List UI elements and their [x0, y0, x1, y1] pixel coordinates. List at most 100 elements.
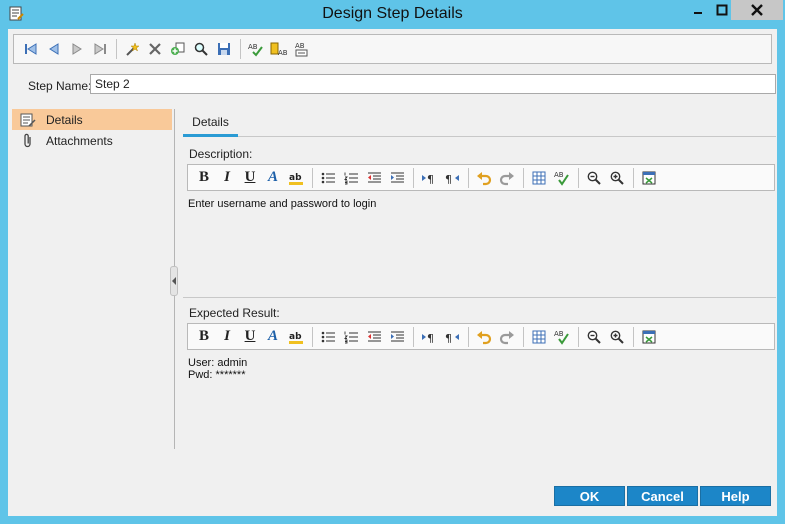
- redo-button[interactable]: [496, 167, 518, 189]
- cancel-button[interactable]: Cancel: [627, 486, 698, 506]
- redo-icon: [499, 170, 515, 186]
- zoom-out-button[interactable]: [583, 326, 605, 348]
- highlight-button[interactable]: ab: [285, 326, 307, 348]
- collapse-panel-handle[interactable]: [170, 266, 178, 296]
- spell-check-icon: AB: [554, 170, 570, 186]
- fit-view-button[interactable]: [638, 326, 660, 348]
- decrease-indent-button[interactable]: [363, 326, 385, 348]
- redo-icon: [499, 329, 515, 345]
- zoom-out-button[interactable]: [583, 167, 605, 189]
- description-editor[interactable]: Enter username and password to login: [187, 194, 775, 294]
- fit-view-button[interactable]: [638, 167, 660, 189]
- spelling-options-icon: AB: [293, 41, 311, 57]
- svg-text:¶: ¶: [445, 173, 452, 186]
- step-name-input[interactable]: [90, 74, 776, 94]
- undo-button[interactable]: [473, 167, 495, 189]
- delete-step-button[interactable]: [144, 38, 166, 60]
- right-to-left-button[interactable]: ¶: [441, 167, 463, 189]
- maximize-icon: [716, 4, 728, 16]
- bold-button[interactable]: B: [193, 167, 215, 189]
- new-step-button[interactable]: [121, 38, 143, 60]
- insert-parameter-button[interactable]: [167, 38, 189, 60]
- first-step-button[interactable]: [20, 38, 42, 60]
- decrease-indent-icon: [366, 170, 382, 186]
- bullet-list-button[interactable]: [317, 167, 339, 189]
- svg-text:AB: AB: [554, 171, 564, 179]
- expected-result-line-2: Pwd: *******: [188, 369, 246, 381]
- title-bar[interactable]: Design Step Details: [0, 0, 785, 28]
- window-title: Design Step Details: [322, 5, 463, 22]
- zoom-out-icon: [586, 170, 602, 186]
- italic-button[interactable]: I: [216, 326, 238, 348]
- find-button[interactable]: [190, 38, 212, 60]
- bold-button[interactable]: B: [193, 326, 215, 348]
- paperclip-icon: [20, 133, 36, 149]
- delete-icon: [147, 41, 163, 57]
- table-icon: [531, 329, 547, 345]
- bullet-list-icon: [320, 329, 336, 345]
- numbered-list-button[interactable]: [340, 167, 362, 189]
- find-icon: [193, 41, 209, 57]
- font-color-button[interactable]: A: [262, 167, 284, 189]
- toolbar-separator: [578, 167, 579, 188]
- right-to-left-button[interactable]: ¶: [441, 326, 463, 348]
- sidebar-item-attachments[interactable]: Attachments: [12, 130, 172, 151]
- italic-button[interactable]: I: [216, 167, 238, 189]
- previous-step-button[interactable]: [43, 38, 65, 60]
- expected-result-editor[interactable]: User: admin Pwd: *******: [187, 353, 775, 448]
- font-color-button[interactable]: A: [262, 326, 284, 348]
- next-step-button[interactable]: [66, 38, 88, 60]
- spelling-options-button[interactable]: AB: [291, 38, 313, 60]
- toolbar-separator: [523, 326, 524, 347]
- toolbar-separator: [633, 326, 634, 347]
- insert-table-button[interactable]: [528, 326, 550, 348]
- toolbar-separator: [413, 326, 414, 347]
- step-name-label: Step Name:: [28, 79, 92, 93]
- section-divider: [183, 297, 776, 298]
- last-step-button[interactable]: [89, 38, 111, 60]
- tab-strip: Details: [183, 109, 776, 137]
- svg-text:¶: ¶: [445, 332, 452, 345]
- toolbar-separator: [413, 167, 414, 188]
- underline-button[interactable]: U: [239, 167, 261, 189]
- close-button[interactable]: [731, 0, 783, 20]
- bullet-list-button[interactable]: [317, 326, 339, 348]
- left-to-right-button[interactable]: ¶: [418, 167, 440, 189]
- increase-indent-button[interactable]: [386, 326, 408, 348]
- insert-table-button[interactable]: [528, 167, 550, 189]
- description-label: Description:: [189, 147, 253, 161]
- toolbar-separator: [240, 39, 241, 59]
- zoom-in-icon: [609, 170, 625, 186]
- svg-text:AB: AB: [295, 42, 305, 50]
- spell-check-text-button[interactable]: AB: [551, 167, 573, 189]
- left-to-right-button[interactable]: ¶: [418, 326, 440, 348]
- fit-view-icon: [641, 329, 657, 345]
- zoom-in-button[interactable]: [606, 167, 628, 189]
- numbered-list-button[interactable]: [340, 326, 362, 348]
- save-button[interactable]: [213, 38, 235, 60]
- sidebar-item-details[interactable]: Details: [12, 109, 172, 130]
- spell-check-button[interactable]: AB: [245, 38, 267, 60]
- highlight-button[interactable]: ab: [285, 167, 307, 189]
- insert-parameter-icon: [170, 41, 186, 57]
- tab-details[interactable]: Details: [183, 109, 238, 137]
- spell-check-text-button[interactable]: AB: [551, 326, 573, 348]
- undo-button[interactable]: [473, 326, 495, 348]
- help-button[interactable]: Help: [700, 486, 771, 506]
- redo-button[interactable]: [496, 326, 518, 348]
- zoom-in-icon: [609, 329, 625, 345]
- main-toolbar: AB AB AB: [13, 34, 772, 64]
- toolbar-separator: [468, 167, 469, 188]
- fit-view-icon: [641, 170, 657, 186]
- description-formatting-toolbar: B I U A ab ¶ ¶ AB: [187, 164, 775, 191]
- thesaurus-button[interactable]: AB: [268, 38, 290, 60]
- undo-icon: [476, 329, 492, 345]
- numbered-list-icon: [343, 170, 359, 186]
- ok-button[interactable]: OK: [554, 486, 625, 506]
- description-text: Enter username and password to login: [188, 198, 377, 210]
- underline-button[interactable]: U: [239, 326, 261, 348]
- zoom-in-button[interactable]: [606, 326, 628, 348]
- details-icon: [20, 112, 36, 128]
- increase-indent-button[interactable]: [386, 167, 408, 189]
- decrease-indent-button[interactable]: [363, 167, 385, 189]
